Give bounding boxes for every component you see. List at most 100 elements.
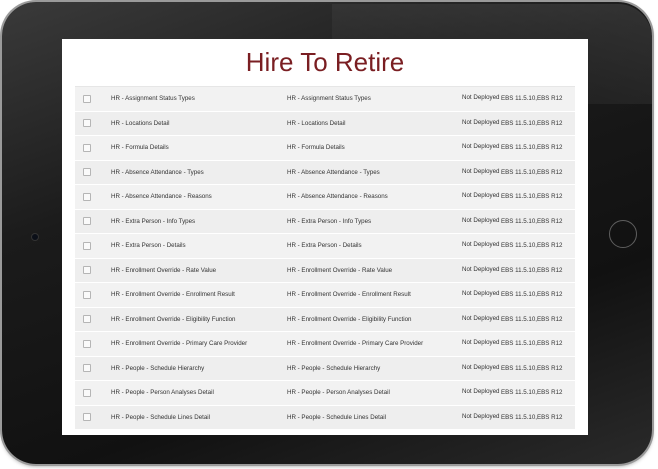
row-description: HR - Extra Person - Info Types (287, 217, 372, 225)
row-status: Not Deployed (462, 265, 500, 273)
table-row[interactable]: HR - Extra Person - Info Types HR - Extra… (75, 209, 575, 234)
row-name: HR - Absence Attendance - Types (111, 168, 204, 176)
row-version: EBS 11.5.10,EBS R12 (501, 389, 563, 397)
row-checkbox[interactable] (83, 192, 91, 201)
row-description: HR - Absence Attendance - Types (287, 168, 380, 176)
row-name: HR - People - Schedule Lines Detail (111, 413, 211, 421)
row-checkbox[interactable] (83, 290, 91, 299)
table-row[interactable]: HR - People - Schedule Hierarchy HR - Peo… (75, 356, 575, 381)
modules-table: HR - Assignment Status Types HR - Assignm… (75, 86, 575, 430)
table-row[interactable]: HR - Formula Details HR - Formula Details… (75, 136, 575, 161)
row-version: EBS 11.5.10,EBS R12 (501, 168, 563, 176)
row-checkbox-cell (83, 185, 91, 209)
row-checkbox[interactable] (83, 241, 91, 250)
row-name: HR - Enrollment Override - Rate Value (111, 266, 217, 274)
row-checkbox[interactable] (83, 413, 91, 422)
table-row[interactable]: HR - Enrollment Override - Enrollment Re… (75, 283, 575, 308)
screen: Hire To Retire HR - Assignment Status Ty… (62, 39, 588, 435)
row-name: HR - Formula Details (111, 144, 169, 152)
row-checkbox[interactable] (83, 217, 91, 226)
table-row[interactable]: HR - Absence Attendance - Reasons HR - Ab… (75, 185, 575, 210)
row-status: Not Deployed (462, 412, 500, 420)
row-description: HR - Formula Details (287, 144, 345, 152)
row-checkbox[interactable] (83, 143, 91, 152)
table-row[interactable]: HR - Assignment Status Types HR - Assignm… (75, 87, 575, 112)
table-row[interactable]: HR - Enrollment Override - Rate Value HR … (75, 258, 575, 283)
row-checkbox-cell (83, 259, 91, 283)
row-status: Not Deployed (462, 363, 500, 371)
row-status: Not Deployed (462, 167, 500, 175)
row-checkbox-cell (83, 161, 91, 185)
row-status: Not Deployed (462, 388, 500, 396)
row-name: HR - Locations Detail (111, 119, 170, 127)
table-row[interactable]: HR - Extra Person - Details HR - Extra Pe… (75, 234, 575, 259)
table-row[interactable]: HR - Enrollment Override - Eligibility F… (75, 307, 575, 332)
row-name: HR - Assignment Status Types (111, 95, 195, 103)
row-checkbox-cell (83, 136, 91, 160)
row-description: HR - People - Person Analyses Detail (287, 389, 390, 397)
row-description: HR - People - Schedule Hierarchy (287, 364, 381, 372)
table-row[interactable]: HR - Enrollment Override - Primary Care … (75, 332, 575, 357)
row-version: EBS 11.5.10,EBS R12 (501, 193, 563, 201)
row-name: HR - People - Person Analyses Detail (111, 389, 214, 397)
row-version: EBS 11.5.10,EBS R12 (501, 364, 563, 372)
row-name: HR - Enrollment Override - Enrollment Re… (111, 291, 235, 299)
row-status: Not Deployed (462, 290, 500, 298)
row-checkbox[interactable] (83, 388, 91, 397)
row-checkbox[interactable] (83, 119, 91, 128)
row-checkbox[interactable] (83, 364, 91, 373)
row-status: Not Deployed (462, 241, 500, 249)
row-name: HR - Absence Attendance - Reasons (111, 193, 212, 201)
row-status: Not Deployed (462, 143, 500, 151)
tablet-frame: Hire To Retire HR - Assignment Status Ty… (2, 2, 652, 464)
row-checkbox[interactable] (83, 315, 91, 324)
row-name: HR - Extra Person - Info Types (111, 217, 196, 225)
row-version: EBS 11.5.10,EBS R12 (501, 291, 563, 299)
row-checkbox-cell (83, 112, 91, 136)
table-row[interactable]: HR - People - Schedule Lines Detail HR - … (75, 405, 575, 430)
row-checkbox-cell (83, 87, 91, 111)
row-version: EBS 11.5.10,EBS R12 (501, 242, 563, 250)
row-checkbox-cell (83, 357, 91, 381)
row-version: EBS 11.5.10,EBS R12 (501, 119, 563, 127)
row-description: HR - Enrollment Override - Primary Care … (287, 340, 424, 348)
row-description: HR - People - Schedule Lines Detail (287, 413, 387, 421)
row-checkbox-cell (83, 332, 91, 356)
row-description: HR - Extra Person - Details (287, 242, 362, 250)
row-description: HR - Assignment Status Types (287, 95, 371, 103)
table-row[interactable]: HR - Locations Detail HR - Locations Deta… (75, 111, 575, 136)
row-name: HR - Enrollment Override - Eligibility F… (111, 315, 236, 323)
row-description: HR - Absence Attendance - Reasons (287, 193, 388, 201)
row-status: Not Deployed (462, 314, 500, 322)
row-description: HR - Locations Detail (287, 119, 346, 127)
row-checkbox-cell (83, 283, 91, 307)
row-checkbox-cell (83, 406, 91, 430)
row-checkbox-cell (83, 210, 91, 234)
row-description: HR - Enrollment Override - Eligibility F… (287, 315, 412, 323)
row-version: EBS 11.5.10,EBS R12 (501, 95, 563, 103)
page-title: Hire To Retire (245, 47, 405, 77)
row-checkbox[interactable] (83, 339, 91, 348)
row-version: EBS 11.5.10,EBS R12 (501, 413, 563, 421)
row-checkbox[interactable] (83, 168, 91, 177)
row-name: HR - People - Schedule Hierarchy (111, 364, 205, 372)
row-status: Not Deployed (462, 339, 500, 347)
row-checkbox-cell (83, 234, 91, 258)
row-description: HR - Enrollment Override - Enrollment Re… (287, 291, 411, 299)
row-checkbox[interactable] (83, 94, 91, 103)
row-checkbox-cell (83, 381, 91, 405)
home-button[interactable] (609, 220, 637, 248)
row-checkbox-cell (83, 308, 91, 332)
row-version: EBS 11.5.10,EBS R12 (501, 266, 563, 274)
row-version: EBS 11.5.10,EBS R12 (501, 315, 563, 323)
camera-icon (32, 234, 38, 240)
row-checkbox[interactable] (83, 266, 91, 275)
row-version: EBS 11.5.10,EBS R12 (501, 217, 563, 225)
row-version: EBS 11.5.10,EBS R12 (501, 340, 563, 348)
row-status: Not Deployed (462, 118, 500, 126)
table-row[interactable]: HR - Absence Attendance - Types HR - Abse… (75, 160, 575, 185)
row-status: Not Deployed (462, 192, 500, 200)
table-row[interactable]: HR - People - Person Analyses Detail HR -… (75, 381, 575, 406)
row-version: EBS 11.5.10,EBS R12 (501, 144, 563, 152)
row-name: HR - Enrollment Override - Primary Care … (111, 340, 248, 348)
